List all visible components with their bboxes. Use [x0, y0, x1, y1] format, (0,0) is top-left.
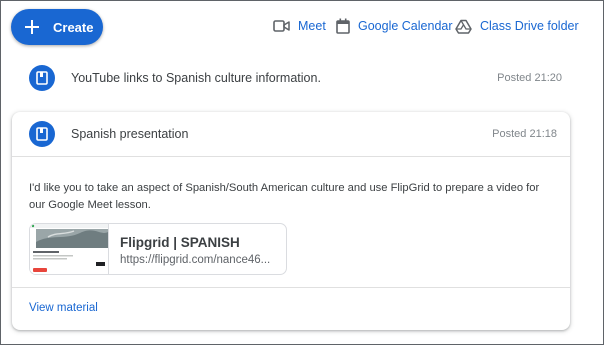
material-description: I'd like you to take an aspect of Spanis… [29, 182, 540, 211]
posted-time: Posted 21:18 [492, 128, 557, 140]
book-icon [29, 121, 55, 147]
class-drive-folder-link-label: Class Drive folder [480, 19, 579, 33]
create-button-label: Create [53, 19, 94, 35]
attachment-link[interactable]: Flipgrid | SPANISH https://flipgrid.com/… [29, 223, 287, 275]
material-title: Spanish presentation [71, 127, 189, 141]
calendar-icon [336, 18, 350, 34]
material-item[interactable]: YouTube links to Spanish culture informa… [12, 61, 570, 95]
material-card: Spanish presentation Posted 21:18 I'd li… [12, 112, 570, 330]
attachment-title: Flipgrid | SPANISH [120, 235, 240, 250]
meet-link[interactable]: Meet [273, 16, 326, 36]
material-card-header[interactable]: Spanish presentation Posted 21:18 [12, 112, 570, 157]
material-title: YouTube links to Spanish culture informa… [71, 71, 321, 85]
create-button[interactable]: Create [11, 9, 103, 45]
class-drive-folder-link[interactable]: Class Drive folder [455, 16, 579, 36]
attachment-url: https://flipgrid.com/nance46... [120, 254, 271, 266]
video-camera-icon [273, 20, 290, 32]
divider [12, 287, 570, 288]
book-icon [29, 65, 55, 91]
google-calendar-link-label: Google Calendar [358, 19, 453, 33]
plus-icon [25, 20, 39, 34]
meet-link-label: Meet [298, 19, 326, 33]
google-calendar-link[interactable]: Google Calendar [336, 16, 453, 36]
attachment-thumbnail [30, 224, 109, 274]
drive-icon [455, 19, 472, 34]
view-material-link[interactable]: View material [29, 302, 98, 314]
posted-time: Posted 21:20 [497, 72, 562, 84]
